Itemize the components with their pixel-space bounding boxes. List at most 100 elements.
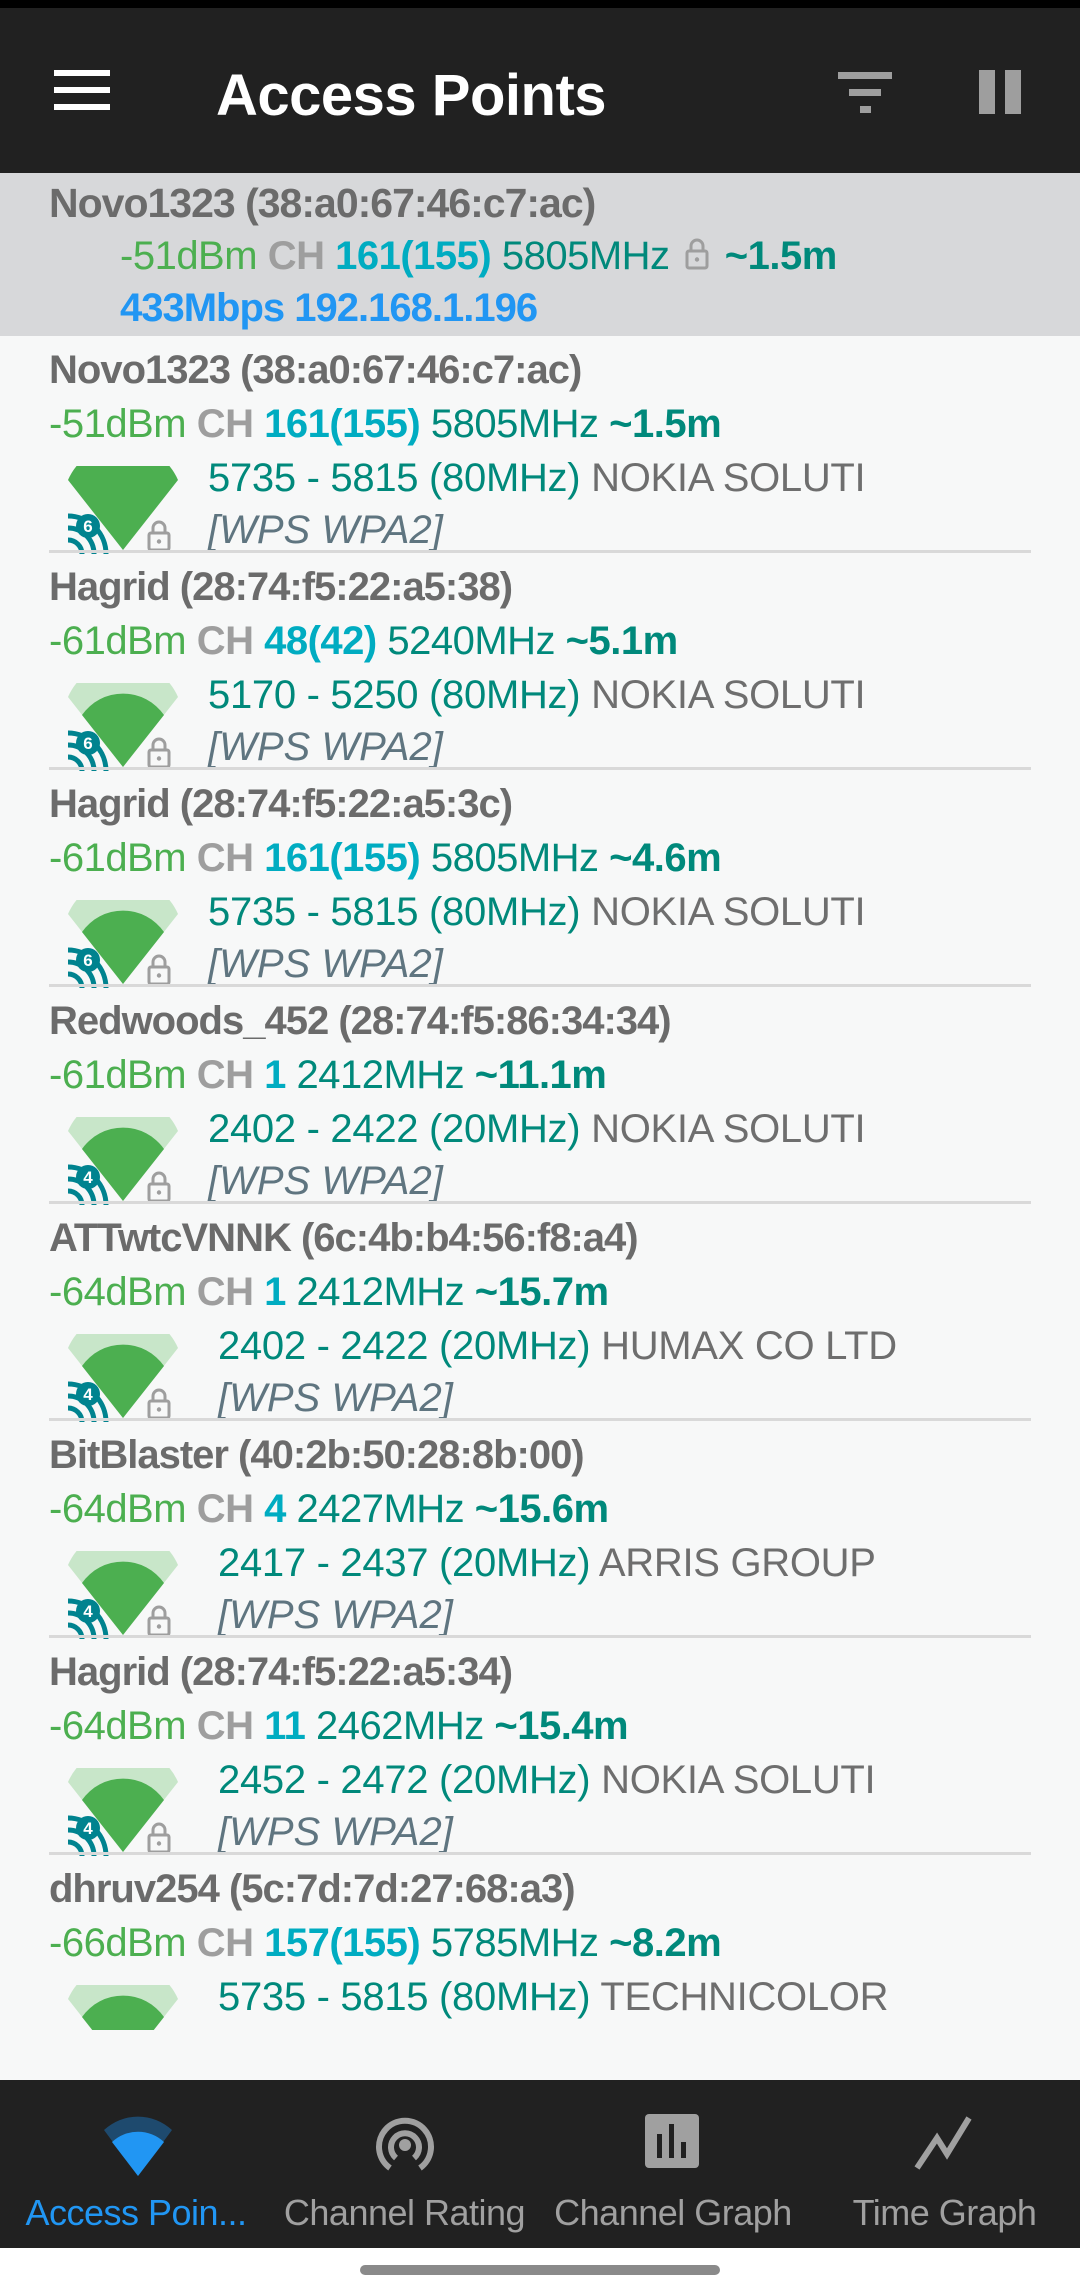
wifi-4-badge-icon: 4 [67,1381,109,1422]
distance: ~15.6m [474,1487,609,1531]
vendor: HUMAX CO LTD [601,1324,897,1368]
wifi-6-badge-icon: 6 [67,513,109,554]
channel-number: 48(42) [264,619,377,663]
channel-number: 161(155) [264,836,421,880]
channel-range-line: 5735 - 5815 (80MHz) NOKIA SOLUTI [208,884,866,940]
home-indicator[interactable] [360,2265,720,2275]
ssid-bssid: Hagrid (28:74:f5:22:a5:34) [49,1650,513,1694]
channel-number: 161(155) [335,234,492,278]
tab-label: Time Graph [852,2192,1037,2233]
access-point-item[interactable]: Hagrid (28:74:f5:22:a5:38) -61dBm CH 48(4… [0,553,1080,771]
antenna-broadcast-icon [376,2117,434,2171]
signal-line: -51dBm CH 161(155) 5805MHz ~1.5m [49,396,722,452]
lock-icon [685,238,709,270]
svg-text:4: 4 [83,1602,93,1621]
lock-icon [147,954,171,986]
svg-text:6: 6 [83,517,92,536]
channel-number: 1 [264,1053,286,1097]
distance: ~15.4m [494,1704,629,1748]
channel-number: 161(155) [264,402,421,446]
signal-strength: -64dBm [49,1270,187,1314]
tab-channel-graph[interactable]: Channel Graph [537,2080,809,2248]
distance: ~1.5m [724,234,838,278]
tab-time-graph[interactable]: Time Graph [809,2080,1080,2248]
wifi-6-badge-icon: 6 [66,2029,110,2030]
ssid-bssid: Novo1323 (38:a0:67:46:c7:ac) [49,348,582,392]
wifi-signal-icon [68,1985,178,2030]
ssid-bssid: Redwoods_452 (28:74:f5:86:34:34) [49,999,672,1043]
signal-line: -61dBm CH 1 2412MHz ~11.1m [49,1047,607,1103]
wifi-6-badge-icon: 6 [67,947,109,988]
bottom-navigation: Access Poin... Channel Rating Channel Gr… [0,2080,1080,2248]
vendor: NOKIA SOLUTI [591,890,866,934]
app-bar: Access Points [0,8,1080,173]
access-point-item[interactable]: Hagrid (28:74:f5:22:a5:3c) -61dBm CH 161(… [0,770,1080,988]
vendor: ARRIS GROUP [598,1541,876,1585]
access-point-item[interactable]: Novo1323 (38:a0:67:46:c7:ac) -51dBm CH 16… [0,336,1080,554]
ip-address: 192.168.1.196 [294,286,538,330]
svg-text:6: 6 [83,734,92,753]
distance: ~5.1m [565,619,679,663]
signal-strength: -51dBm [49,402,187,446]
tab-label: Channel Graph [554,2192,792,2233]
signal-line: -66dBm CH 157(155) 5785MHz ~8.2m [49,1915,722,1971]
access-point-item[interactable]: ATTwtcVNNK (6c:4b:b4:56:f8:a4) -64dBm CH … [0,1204,1080,1422]
frequency: 5805MHz [501,234,670,278]
frequency: 5785MHz [430,1921,599,1965]
channel-range: 5735 - 5815 (80MHz) [208,456,581,500]
signal-line: -61dBm CH 161(155) 5805MHz ~4.6m [49,830,722,886]
channel-label: CH [196,619,254,663]
channel-number: 11 [264,1704,306,1748]
svg-text:4: 4 [83,1168,93,1187]
distance: ~8.2m [609,1921,722,1965]
connected-ap-header[interactable]: Novo1323 (38:a0:67:46:c7:ac) -51dBm CH 1… [0,173,1080,336]
access-point-item[interactable]: Hagrid (28:74:f5:22:a5:34) -64dBm CH 11 2… [0,1638,1080,1856]
vendor: NOKIA SOLUTI [591,456,866,500]
ssid-bssid: BitBlaster (40:2b:50:28:8b:00) [49,1433,585,1477]
wifi-4-badge-icon: 4 [67,1598,109,1639]
signal-strength: -66dBm [49,1921,187,1965]
link-speed: 433Mbps [120,286,285,330]
tab-label: Channel Rating [283,2192,526,2233]
svg-text:6: 6 [83,951,92,970]
frequency: 2462MHz [316,1704,484,1748]
wifi-4-badge-icon: 4 [67,1164,109,1205]
access-point-item[interactable]: Redwoods_452 (28:74:f5:86:34:34) -61dBm C… [0,987,1080,1205]
frequency: 2427MHz [296,1487,465,1531]
frequency: 2412MHz [296,1270,465,1314]
lock-icon [147,737,171,769]
access-point-item[interactable]: BitBlaster (40:2b:50:28:8b:00) -64dBm CH … [0,1421,1080,1639]
channel-number: 1 [264,1270,286,1314]
distance: ~11.1m [474,1053,607,1097]
lock-icon [147,520,171,552]
connected-signal-line: -51dBm CH 161(155) 5805MHz ~1.5m [120,228,837,284]
distance: ~4.6m [609,836,722,880]
signal-strength: -64dBm [49,1704,187,1748]
channel-range-line: 2417 - 2437 (20MHz) ARRIS GROUP [218,1535,876,1591]
signal-strength: -61dBm [49,619,187,663]
signal-line: -64dBm CH 4 2427MHz ~15.6m [49,1481,609,1537]
tab-access-points[interactable]: Access Poin... [0,2080,272,2248]
channel-range-line: 2402 - 2422 (20MHz) NOKIA SOLUTI [208,1101,866,1157]
channel-label: CH [196,1270,254,1314]
svg-text:4: 4 [83,1385,93,1404]
lock-icon [147,1388,171,1420]
channel-range-line: 2402 - 2422 (20MHz) HUMAX CO LTD [218,1318,897,1374]
tab-channel-rating[interactable]: Channel Rating [272,2080,537,2248]
signal-strength: -64dBm [49,1487,187,1531]
hamburger-menu-icon[interactable] [54,70,112,110]
channel-label: CH [196,1921,254,1965]
access-point-list[interactable]: Novo1323 (38:a0:67:46:c7:ac) -51dBm CH 16… [0,336,1080,2030]
channel-label: CH [267,234,325,278]
lock-icon [147,1822,171,1854]
frequency: 5805MHz [430,402,599,446]
channel-label: CH [196,1704,254,1748]
pause-icon[interactable] [975,66,1025,116]
connected-ssid: Novo1323 (38:a0:67:46:c7:ac) [49,180,596,226]
filter-icon[interactable] [830,68,892,118]
channel-number: 4 [264,1487,286,1531]
page-title: Access Points [216,63,607,128]
frequency: 5805MHz [430,836,599,880]
lock-icon [147,1605,171,1637]
access-point-item[interactable]: dhruv254 (5c:7d:7d:27:68:a3) -66dBm CH 15… [0,1855,1080,2030]
